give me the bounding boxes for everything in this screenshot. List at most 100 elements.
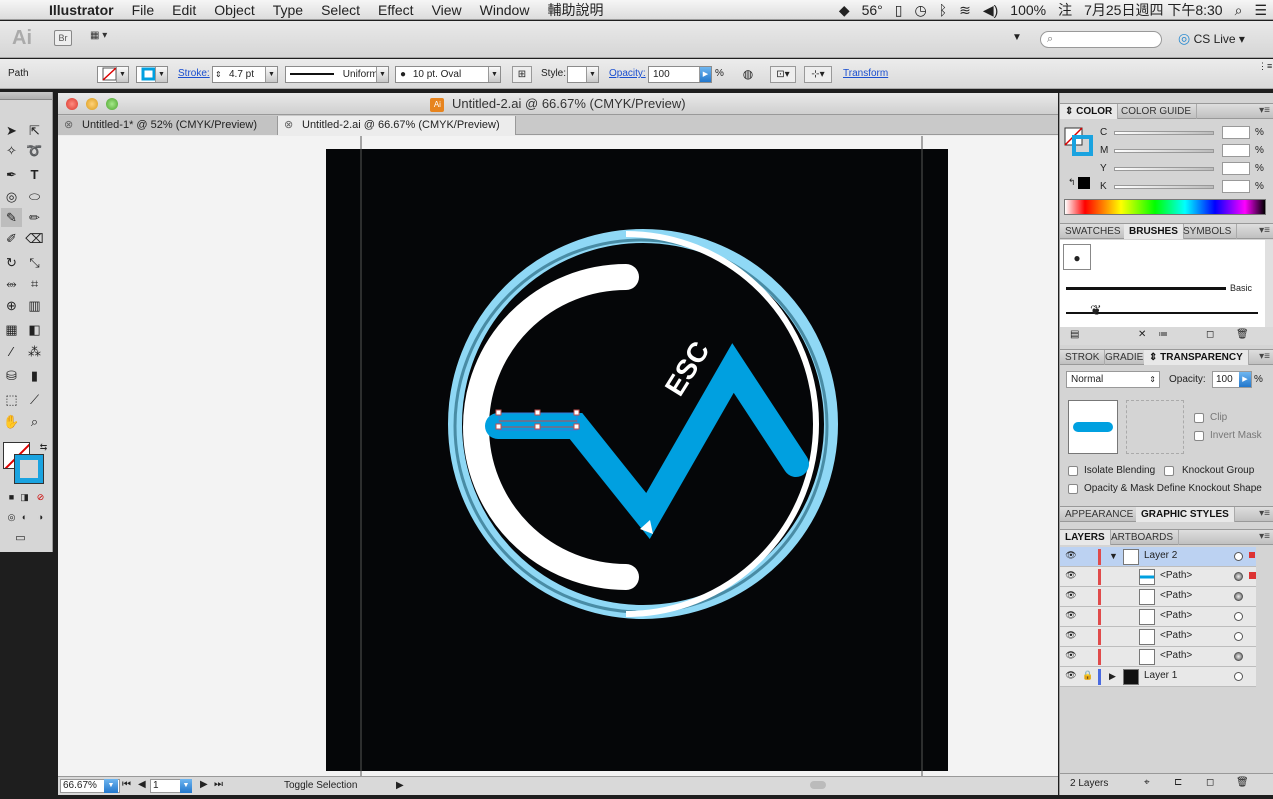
new-brush-icon[interactable]: ◻ (1206, 329, 1214, 340)
slider-track[interactable] (1114, 185, 1214, 189)
layer-row-path-3[interactable]: 👁 <Path> (1060, 607, 1256, 627)
path-name[interactable]: <Path> (1160, 610, 1192, 621)
target-circle-icon[interactable] (1234, 612, 1243, 621)
target-circle-icon[interactable] (1234, 552, 1243, 561)
clock[interactable]: 7月25日週四 下午8:30 (1078, 0, 1229, 20)
brush-definition-dropdown[interactable]: ● 10 pt. Oval ▼ (395, 66, 501, 83)
visibility-eye-icon[interactable]: 👁 (1064, 650, 1078, 664)
make-clipping-mask-icon[interactable]: ⊏ (1174, 777, 1182, 788)
stroke-panel-link[interactable]: Stroke: (178, 68, 210, 79)
arrange-documents-button[interactable]: ▦ ▾ (90, 30, 122, 46)
next-artboard-icon[interactable]: ▶ (200, 779, 208, 790)
remove-stroke-icon[interactable]: ✕ (1138, 329, 1146, 340)
fill-stroke-mini-icon[interactable] (1064, 127, 1094, 159)
new-layer-icon[interactable]: ◻ (1206, 777, 1214, 788)
menu-file[interactable]: File (123, 2, 164, 18)
path-name[interactable]: <Path> (1160, 570, 1192, 581)
stroke-weight-field[interactable]: ⇕ 4.7 pt ▼ (212, 66, 278, 83)
black-swatch[interactable] (1078, 177, 1090, 189)
panel-menu-icon[interactable]: ▾≡ (1259, 508, 1270, 519)
zoom-dropdown-icon[interactable]: ▼ (104, 779, 118, 793)
knockout-group-checkbox[interactable] (1164, 466, 1174, 476)
selection-tool-icon[interactable]: ➤ (1, 121, 22, 140)
color-spectrum-bar[interactable] (1064, 199, 1266, 215)
last-color-icon[interactable]: ↰ (1068, 177, 1076, 188)
locate-object-icon[interactable]: ⌖ (1144, 777, 1150, 788)
opacity-field[interactable]: 100 ▶ (648, 66, 712, 83)
tab-brushes[interactable]: BRUSHES (1124, 224, 1184, 239)
layer-row-path-5[interactable]: 👁 <Path> (1060, 647, 1256, 667)
tools-panel-grip[interactable] (0, 92, 52, 100)
tab-artboards[interactable]: ARTBOARDS (1106, 530, 1180, 545)
tab-untitled-2[interactable]: ⊗ Untitled-2.ai @ 66.67% (CMYK/Preview) (278, 116, 516, 135)
tab-appearance[interactable]: APPEARANCE (1060, 507, 1140, 522)
lasso-tool-icon[interactable]: ➰ (24, 141, 45, 160)
eraser-tool-icon[interactable]: ⌫ (24, 229, 45, 248)
first-artboard-icon[interactable]: ⏮ (122, 779, 131, 790)
blend-tool-icon[interactable]: ⁂ (24, 342, 45, 361)
ellipse-tool-icon[interactable]: ⬭ (24, 187, 45, 206)
time-machine-icon[interactable]: ◷ (908, 2, 932, 19)
workspace-dropdown-icon[interactable]: ▼ (1012, 32, 1022, 43)
play-arrow-icon[interactable]: ▶ (1239, 372, 1251, 387)
slider-track[interactable] (1114, 131, 1214, 135)
tab-untitled-1[interactable]: ⊗ Untitled-1* @ 52% (CMYK/Preview) (58, 116, 278, 135)
draw-inside-icon[interactable]: ◑ (30, 508, 51, 527)
zoom-window-button[interactable] (106, 98, 118, 110)
search-input[interactable]: ⌕ (1040, 31, 1162, 48)
layer-row-path-4[interactable]: 👁 <Path> (1060, 627, 1256, 647)
graphic-style-dropdown[interactable]: ▼ (567, 66, 599, 83)
slider-track[interactable] (1114, 167, 1214, 171)
isolate-blending-checkbox[interactable] (1068, 466, 1078, 476)
black-value-field[interactable] (1222, 180, 1250, 193)
tab-symbols[interactable]: SYMBOLS (1178, 224, 1238, 239)
brush-options-icon[interactable]: ≔ (1158, 329, 1168, 340)
bridge-button[interactable]: Br (54, 30, 72, 46)
opacity-mask-checkbox[interactable] (1068, 484, 1078, 494)
wifi-icon[interactable]: ≋ (953, 2, 977, 19)
tab-graphic-styles[interactable]: GRAPHIC STYLES (1136, 507, 1235, 522)
width-tool-icon[interactable]: ⥈ (1, 274, 22, 293)
invert-mask-checkbox[interactable] (1194, 431, 1204, 441)
slider-track[interactable] (1114, 149, 1214, 153)
volume-icon[interactable]: ◀) (977, 2, 1004, 19)
visibility-eye-icon[interactable]: 👁 (1064, 670, 1078, 684)
brush-libraries-icon[interactable]: ▤ (1070, 329, 1079, 340)
object-thumbnail[interactable] (1068, 400, 1118, 454)
layer-row-layer-2[interactable]: 👁 ▼ Layer 2 (1060, 547, 1256, 567)
expand-triangle-icon[interactable]: ▶ (1109, 671, 1116, 682)
lock-icon[interactable]: 🔒 (1082, 670, 1093, 681)
pen-tool-icon[interactable]: ✒ (1, 165, 22, 184)
zoom-tool-icon[interactable]: ⌕ (24, 412, 45, 431)
variable-width-profile-dropdown[interactable]: Uniform ▼ (285, 66, 389, 83)
recolor-artwork-icon[interactable]: ◍ (738, 66, 758, 83)
last-artboard-icon[interactable]: ⏭ (214, 779, 223, 790)
delete-brush-icon[interactable]: 🗑 (1236, 329, 1249, 340)
path-name[interactable]: <Path> (1160, 630, 1192, 641)
status-menu-arrow-icon[interactable]: ▶ (396, 780, 404, 791)
horizontal-scrollbar-thumb[interactable] (810, 781, 826, 789)
path-name[interactable]: <Path> (1160, 650, 1192, 661)
target-circle-icon[interactable] (1234, 632, 1243, 641)
path-name[interactable]: <Path> (1160, 590, 1192, 601)
shape-builder-tool-icon[interactable]: ⊕ (1, 296, 22, 315)
delete-layer-icon[interactable]: 🗑 (1236, 777, 1249, 788)
type-tool-icon[interactable]: T (24, 165, 45, 184)
brushes-list[interactable]: ● Basic ❦ (1060, 240, 1265, 327)
layer-name[interactable]: Layer 2 (1144, 550, 1177, 561)
anchor-handle[interactable] (534, 409, 541, 416)
opacity-mask-placeholder[interactable] (1126, 400, 1184, 454)
menu-app[interactable]: Illustrator (40, 2, 123, 18)
tab-transparency[interactable]: ⇕ TRANSPARENCY (1144, 350, 1249, 365)
menu-help[interactable]: 輔助說明 (538, 0, 612, 20)
magic-wand-tool-icon[interactable]: ✧ (1, 141, 22, 160)
tab-stroke[interactable]: STROK (1060, 350, 1106, 365)
input-method[interactable]: 注 (1052, 0, 1078, 20)
eyedropper-tool-icon[interactable]: ⁄ (1, 342, 22, 361)
column-graph-tool-icon[interactable]: ▮ (24, 366, 45, 385)
panel-menu-icon[interactable]: ▾≡ (1259, 105, 1270, 116)
cyan-value-field[interactable] (1222, 126, 1250, 139)
panel-menu-icon[interactable]: ⋮≡ (1258, 61, 1272, 72)
minimize-window-button[interactable] (86, 98, 98, 110)
screen-mode-icon[interactable]: ▭ (10, 529, 31, 548)
